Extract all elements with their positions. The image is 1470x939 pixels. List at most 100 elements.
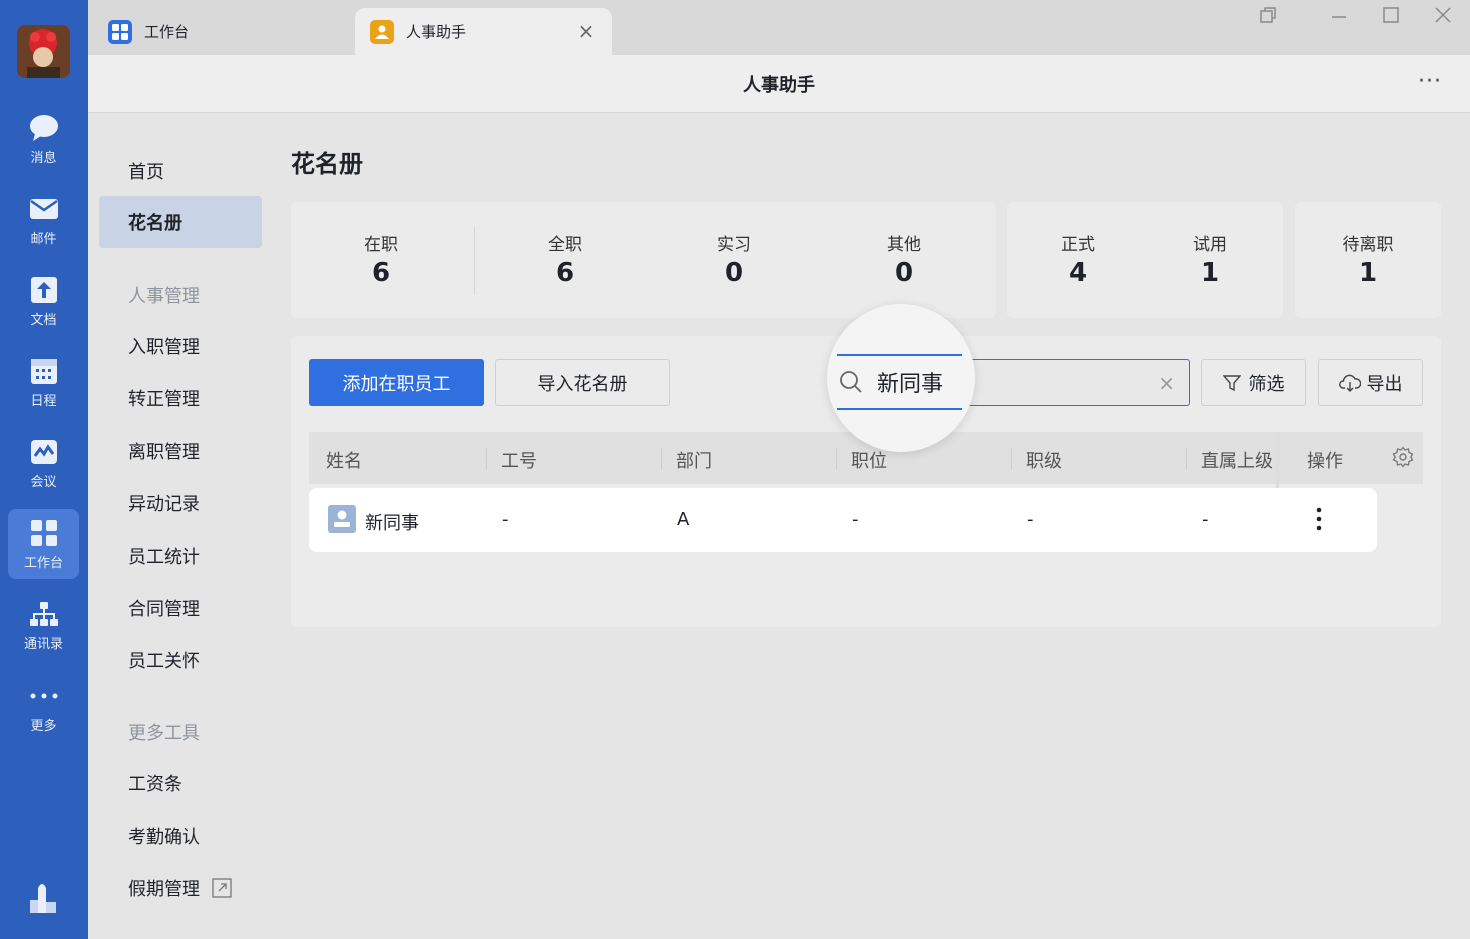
close-icon[interactable]: × (576, 21, 596, 41)
search-icon (839, 370, 863, 398)
column-header-actions: 操作 (1307, 451, 1343, 472)
column-divider (661, 448, 662, 470)
app-rail: 消息 邮件 文档 日程 会议 工作台 通讯录 更多 (0, 0, 88, 939)
nav-item-employee-stats[interactable]: 员工统计 (99, 530, 262, 582)
nav-item-leave-management[interactable]: 假期管理 (99, 862, 262, 914)
clear-icon[interactable]: × (1158, 371, 1175, 395)
stat-value: 4 (1068, 258, 1088, 288)
stat-value: 0 (724, 258, 744, 288)
page-title: 花名册 (291, 150, 363, 178)
stat-intern[interactable]: 实习 0 (674, 230, 794, 288)
nav-item-home[interactable]: 首页 (99, 145, 262, 197)
gear-icon[interactable] (1392, 446, 1414, 472)
rail-label: 工作台 (23, 555, 63, 571)
filter-label: 筛选 (1248, 373, 1285, 395)
workbench-icon (108, 19, 132, 44)
nav-item-label: 假期管理 (128, 879, 200, 900)
rail-item-calendar[interactable]: 日程 (8, 347, 79, 417)
more-dots-icon (29, 681, 59, 711)
search-query[interactable]: 新同事 (877, 366, 943, 398)
rail-label: 日程 (30, 393, 57, 409)
stat-full-time[interactable]: 全职 6 (505, 230, 625, 288)
rail-label: 邮件 (30, 231, 57, 247)
stat-probation[interactable]: 试用 1 (1150, 230, 1270, 288)
table-row[interactable]: 新同事 - A - - - (309, 488, 1377, 552)
rail-item-more[interactable]: 更多 (8, 672, 79, 742)
nav-item-regularization[interactable]: 转正管理 (99, 372, 262, 424)
help-center-icon[interactable] (28, 880, 58, 914)
window-restore-icon[interactable] (1255, 2, 1281, 28)
rail-label: 会议 (30, 474, 57, 490)
stat-label: 其他 (887, 235, 921, 255)
column-header-level[interactable]: 职级 (1026, 447, 1062, 473)
cell-name[interactable]: 新同事 (365, 509, 419, 535)
nav-group-hr-management: 人事管理 (128, 286, 200, 307)
main-content: 首页 花名册 人事管理 入职管理 转正管理 离职管理 异动记录 员工统计 合同管… (88, 114, 1470, 939)
rail-item-messages[interactable]: 消息 (8, 104, 79, 174)
cell-position: - (852, 509, 859, 530)
nav-item-payslip[interactable]: 工资条 (99, 757, 262, 809)
stat-formal[interactable]: 正式 4 (1018, 230, 1138, 288)
filter-icon (1222, 374, 1241, 392)
chat-bubble-icon (29, 113, 59, 143)
stat-value: 1 (1358, 258, 1378, 288)
rail-label: 文档 (30, 312, 57, 328)
stat-label: 试用 (1193, 235, 1227, 255)
meeting-icon (29, 437, 59, 467)
contacts-icon (29, 599, 59, 629)
row-actions-menu-icon[interactable] (1316, 506, 1322, 533)
external-link-icon (212, 878, 232, 898)
status-stats-card: 正式 4 试用 1 (1007, 202, 1283, 318)
cloud-download-icon (1338, 374, 1361, 392)
pending-leave-card: 待离职 1 (1295, 202, 1441, 318)
stat-label: 在职 (364, 235, 398, 255)
user-avatar[interactable] (17, 25, 70, 78)
column-header-position[interactable]: 职位 (851, 447, 887, 473)
stat-label: 正式 (1061, 235, 1095, 255)
rail-label: 更多 (30, 718, 57, 734)
rail-item-contacts[interactable]: 通讯录 (8, 590, 79, 660)
column-divider (1011, 448, 1012, 470)
document-icon (29, 275, 59, 305)
more-menu-icon[interactable]: ··· (1418, 69, 1442, 94)
column-divider (836, 448, 837, 470)
filter-button[interactable]: 筛选 (1201, 359, 1306, 406)
tab-workbench[interactable]: 工作台 (108, 8, 353, 55)
nav-item-attendance-confirm[interactable]: 考勤确认 (99, 810, 262, 862)
stat-on-job[interactable]: 在职 6 (321, 230, 441, 288)
nav-item-contracts[interactable]: 合同管理 (99, 582, 262, 634)
rail-label: 通讯录 (23, 636, 63, 652)
nav-item-roster[interactable]: 花名册 (99, 196, 262, 248)
column-header-manager[interactable]: 直属上级 (1201, 447, 1273, 473)
stat-value: 0 (894, 258, 914, 288)
column-header-employee-id[interactable]: 工号 (501, 447, 537, 473)
nav-item-onboarding[interactable]: 入职管理 (99, 320, 262, 372)
nav-item-resignation[interactable]: 离职管理 (99, 425, 262, 477)
zoom-magnifier: 新同事 (827, 304, 975, 452)
column-header-department[interactable]: 部门 (676, 447, 712, 473)
maximize-icon[interactable] (1378, 2, 1404, 28)
nav-item-employee-care[interactable]: 员工关怀 (99, 634, 262, 686)
app-title: 人事助手 (743, 75, 815, 96)
calendar-icon (29, 356, 59, 386)
nav-group-more-tools: 更多工具 (128, 723, 200, 744)
stat-pending-leave[interactable]: 待离职 1 (1308, 230, 1428, 288)
cell-department: A (677, 509, 690, 530)
person-avatar-icon (328, 505, 356, 533)
search-border-bottom (837, 408, 962, 410)
window-close-icon[interactable] (1430, 2, 1456, 28)
rail-item-docs[interactable]: 文档 (8, 266, 79, 336)
add-employee-button[interactable]: 添加在职员工 (309, 359, 484, 406)
stat-other[interactable]: 其他 0 (844, 230, 964, 288)
nav-item-transfers[interactable]: 异动记录 (99, 477, 262, 529)
cell-manager: - (1202, 509, 1209, 530)
rail-item-mail[interactable]: 邮件 (8, 185, 79, 255)
export-button[interactable]: 导出 (1318, 359, 1423, 406)
column-header-name[interactable]: 姓名 (326, 447, 362, 473)
rail-item-workbench[interactable]: 工作台 (8, 509, 79, 579)
minimize-icon[interactable] (1326, 2, 1352, 28)
tab-hr-assistant[interactable]: 人事助手 × (355, 8, 612, 55)
workbench-icon (29, 518, 59, 548)
rail-item-meeting[interactable]: 会议 (8, 428, 79, 498)
import-roster-button[interactable]: 导入花名册 (495, 359, 670, 406)
